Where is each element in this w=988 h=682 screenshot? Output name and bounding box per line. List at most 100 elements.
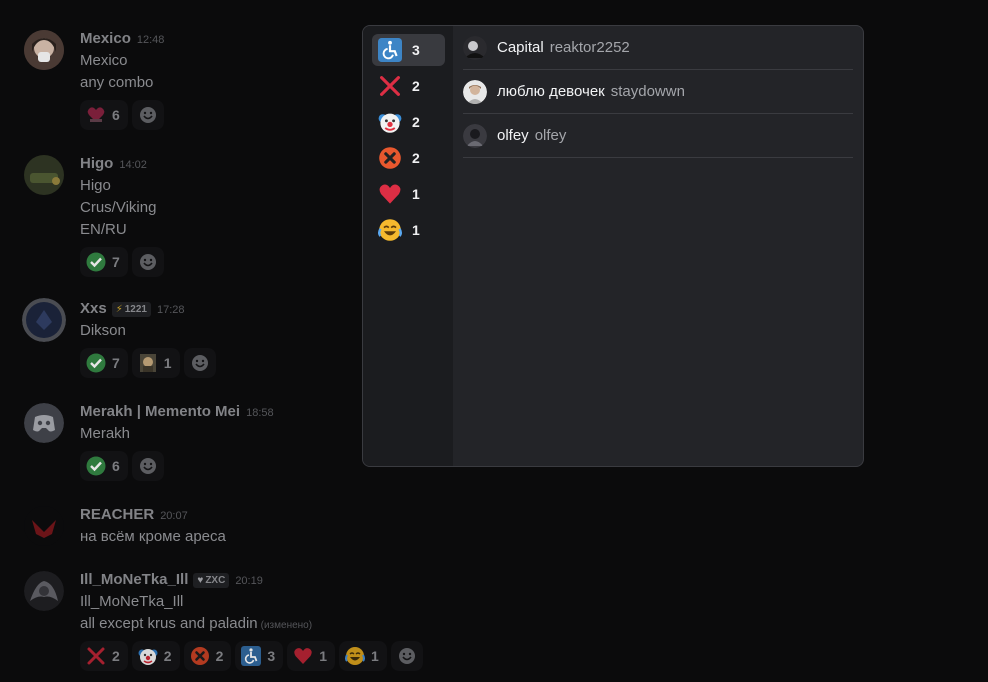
wheelchair-icon <box>378 38 402 62</box>
reaction-joy[interactable]: 1 <box>338 641 387 671</box>
avatar[interactable] <box>463 35 487 60</box>
lightning-icon: ⚡ <box>115 304 123 315</box>
add-reaction-button[interactable] <box>131 451 164 481</box>
message-text: на всём кроме ареса <box>80 528 226 545</box>
timestamp: 18:58 <box>246 407 274 419</box>
reaction-count: 2 <box>215 648 224 664</box>
reaction-count: 1 <box>163 355 172 371</box>
joy-icon <box>378 218 402 242</box>
reaction-count: 6 <box>112 107 120 123</box>
reaction-check-mark[interactable]: 7 <box>80 247 128 277</box>
reaction-count: 1 <box>370 648 379 664</box>
tab-red-heart[interactable]: 1 <box>372 178 445 210</box>
clown-icon <box>138 646 158 666</box>
message-text: all except krus and paladin (изменено) <box>80 613 480 637</box>
reaction-count: 6 <box>112 458 120 474</box>
reactor-username: staydowwn <box>610 83 685 100</box>
timestamp: 12:48 <box>136 34 165 46</box>
avatar[interactable] <box>24 403 64 443</box>
check-mark-icon <box>86 456 106 476</box>
tab-cross-mark[interactable]: 2 <box>372 70 445 102</box>
tab-count: 2 <box>412 150 420 166</box>
author-name[interactable]: Mexico <box>80 30 131 47</box>
reaction-cross-mark[interactable]: 2 <box>80 641 128 671</box>
author-name[interactable]: REACHER <box>80 506 154 523</box>
cross-mark-icon <box>86 646 106 666</box>
author-name[interactable]: Higo <box>80 155 113 172</box>
avatar[interactable] <box>463 79 487 104</box>
clown-icon <box>378 110 402 134</box>
tab-count: 1 <box>412 222 420 238</box>
reactor-row[interactable]: люблю девочек staydowwn <box>463 70 853 114</box>
reactor-list: Capital reaktor2252 люблю девочек staydo… <box>463 26 853 158</box>
custom-face-icon <box>138 353 158 373</box>
x-circle-icon <box>190 646 210 666</box>
reactions-popup: 3 2 2 2 1 1 Capital reaktor2252 люблю де… <box>362 25 864 467</box>
message-text-content: all except krus and paladin <box>80 615 258 632</box>
check-mark-icon <box>86 252 106 272</box>
avatar[interactable] <box>22 298 66 342</box>
tab-count: 3 <box>412 42 420 58</box>
reaction-x-circle[interactable]: 2 <box>183 641 232 671</box>
timestamp: 20:07 <box>160 510 188 522</box>
heart-badge-icon: ♥ <box>197 575 204 586</box>
smiley-add-icon <box>138 105 158 125</box>
smiley-add-icon <box>138 252 158 272</box>
joy-icon <box>344 646 365 666</box>
add-reaction-button[interactable] <box>131 100 164 130</box>
check-mark-icon <box>86 353 106 373</box>
server-tag[interactable]: ⚡ 1221 <box>111 302 151 317</box>
reaction-wheelchair[interactable]: 3 <box>235 641 284 671</box>
server-tag-text: 1221 <box>124 304 147 315</box>
red-heart-icon <box>293 646 313 666</box>
avatar[interactable] <box>24 571 64 611</box>
reactions: 2 2 2 3 1 1 <box>80 641 480 671</box>
avatar[interactable] <box>24 30 64 70</box>
reactor-row[interactable]: Capital reaktor2252 <box>463 26 853 70</box>
avatar[interactable] <box>24 506 64 546</box>
tab-count: 2 <box>412 78 420 94</box>
reaction-count: 3 <box>267 648 276 664</box>
reaction-count: 1 <box>319 648 327 664</box>
server-tag[interactable]: ♥ ZXC <box>193 573 230 588</box>
reaction-count: 2 <box>112 648 120 664</box>
reactor-row[interactable]: olfey olfey <box>463 114 853 158</box>
author-name[interactable]: Ill_MoNeTka_Ill <box>80 571 188 588</box>
tab-joy[interactable]: 1 <box>372 214 445 246</box>
reaction-red-heart[interactable]: 1 <box>287 641 335 671</box>
reactor-display-name: Capital <box>497 39 544 56</box>
reaction-custom-face[interactable]: 1 <box>131 348 180 378</box>
tab-x-circle[interactable]: 2 <box>372 142 445 174</box>
reactor-username: reaktor2252 <box>549 39 630 56</box>
reaction-count: 7 <box>112 254 120 270</box>
heart-sticker-icon <box>86 105 106 125</box>
author-name[interactable]: Merakh | Memento Mei <box>80 403 240 420</box>
reactor-display-name: люблю девочек <box>497 83 605 100</box>
reaction-count: 2 <box>163 648 172 664</box>
server-tag-text: ZXC <box>205 575 226 586</box>
avatar[interactable] <box>24 155 64 195</box>
reaction-clown[interactable]: 2 <box>131 641 180 671</box>
reaction-check-mark[interactable]: 7 <box>80 348 128 378</box>
timestamp: 14:02 <box>119 159 147 171</box>
smiley-add-icon <box>190 353 210 373</box>
tab-wheelchair[interactable]: 3 <box>372 34 445 66</box>
avatar[interactable] <box>463 123 487 148</box>
wheelchair-icon <box>241 646 262 666</box>
author-name[interactable]: Xxs <box>80 300 107 317</box>
add-reaction-button[interactable] <box>183 348 216 378</box>
tab-count: 2 <box>412 114 420 130</box>
red-heart-icon <box>378 182 402 206</box>
reaction-heart-sticker[interactable]: 6 <box>80 100 128 130</box>
reaction-count: 7 <box>112 355 120 371</box>
timestamp: 17:28 <box>156 304 185 316</box>
cross-mark-icon <box>378 74 402 98</box>
reaction-check-mark[interactable]: 6 <box>80 451 128 481</box>
add-reaction-button[interactable] <box>131 247 164 277</box>
tab-count: 1 <box>412 186 420 202</box>
smiley-add-icon <box>397 646 417 666</box>
tab-clown[interactable]: 2 <box>372 106 445 138</box>
timestamp: 20:19 <box>235 575 263 587</box>
add-reaction-button[interactable] <box>390 641 423 671</box>
reactor-display-name: olfey <box>497 127 529 144</box>
